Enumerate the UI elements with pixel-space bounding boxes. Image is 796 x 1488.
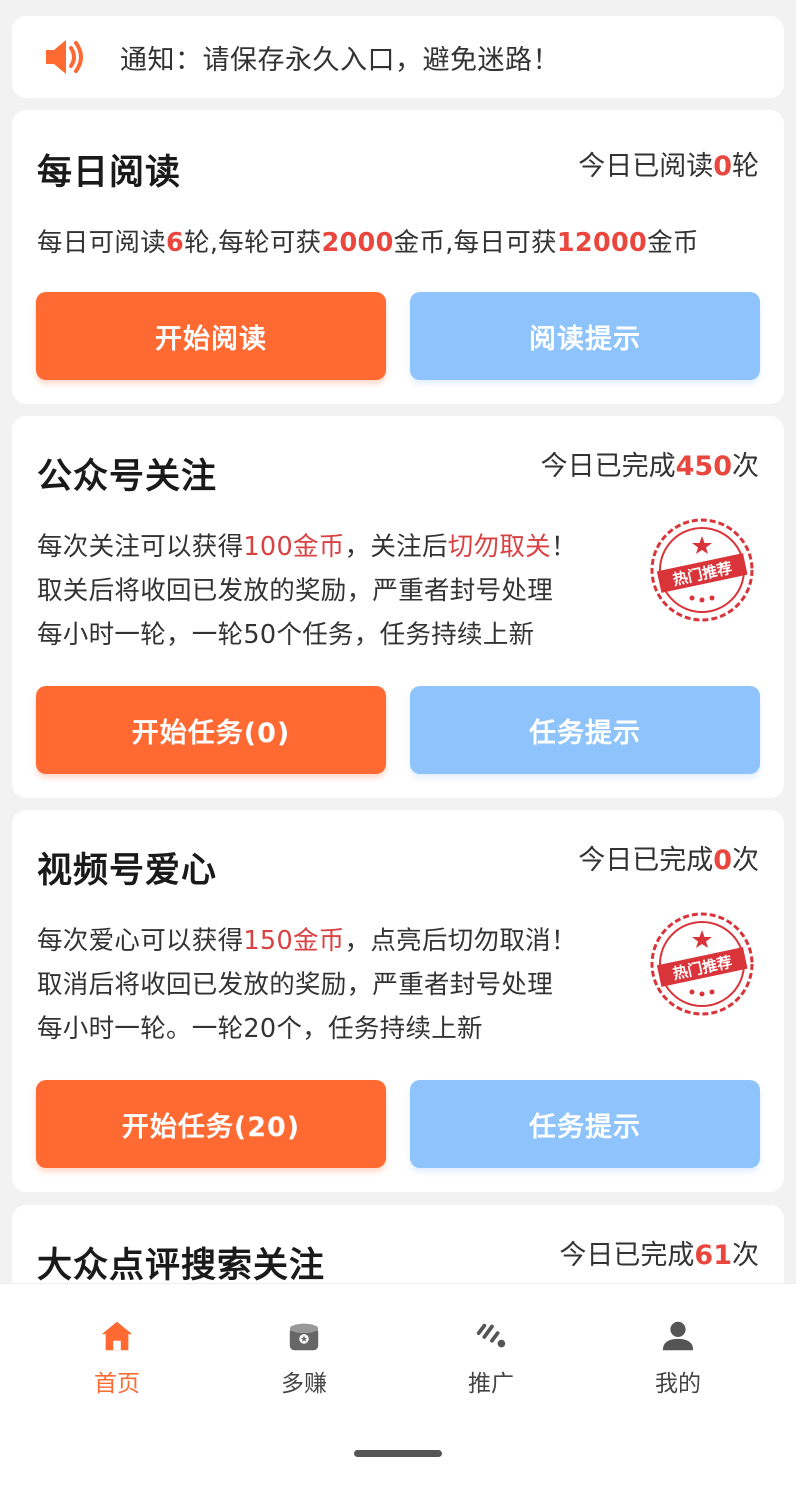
speaker-icon <box>46 40 83 74</box>
start-like-task-button[interactable]: 开始任务(20) <box>36 1080 386 1168</box>
card-video-channel-like: 视频号爱心 今日已完成0次 每次爱心可以获得150金币，点亮后切勿取消！ 取消后… <box>12 810 784 1192</box>
card-status: 今日已完成0次 <box>578 845 759 876</box>
card-line-3: 每小时一轮。一轮20个，任务持续上新 <box>37 1014 483 1044</box>
card-daily-reading: 每日阅读 今日已阅读0轮 每日可阅读6轮,每轮可获2000金币,每日可获1200… <box>12 110 784 404</box>
notice-bar: 通知：请保存永久入口，避免迷路！ <box>12 16 784 98</box>
tab-home[interactable]: 首页 <box>57 1318 177 1398</box>
card-status: 今日已完成450次 <box>540 451 759 482</box>
card-title: 每日阅读 <box>37 153 182 193</box>
tab-label: 首页 <box>94 1371 140 1397</box>
card-status: 今日已完成61次 <box>559 1240 759 1271</box>
tab-earn-more[interactable]: 多赚 <box>244 1318 364 1398</box>
tab-label: 推广 <box>468 1371 514 1397</box>
start-follow-task-button[interactable]: 开始任务(0) <box>36 686 386 774</box>
tab-promote[interactable]: 推广 <box>431 1318 551 1398</box>
hot-recommend-stamp: 热门推荐 <box>650 518 754 622</box>
card-title: 公众号关注 <box>37 457 218 497</box>
promote-icon <box>476 1323 506 1348</box>
bottom-tab-bar: 首页 多赚 推广 我的 <box>0 1283 796 1488</box>
card-description: 每日可阅读6轮,每轮可获2000金币,每日可获12000金币 <box>37 228 699 258</box>
card-line-2: 取关后将收回已发放的奖励，严重者封号处理 <box>37 576 554 606</box>
hot-recommend-stamp: 热门推荐 <box>650 912 754 1016</box>
reading-tips-button[interactable]: 阅读提示 <box>410 292 760 380</box>
card-title: 大众点评搜索关注 <box>37 1246 326 1283</box>
card-line-2: 取消后将收回已发放的奖励，严重者封号处理 <box>37 970 554 1000</box>
tab-label: 我的 <box>655 1371 701 1397</box>
like-task-tips-button[interactable]: 任务提示 <box>410 1080 760 1168</box>
card-status: 今日已阅读0轮 <box>578 151 759 182</box>
tab-label: 多赚 <box>281 1371 327 1397</box>
card-dianping-search-follow: 大众点评搜索关注 今日已完成61次 <box>12 1205 784 1283</box>
home-icon <box>101 1321 133 1351</box>
tab-mine[interactable]: 我的 <box>618 1318 738 1398</box>
follow-task-tips-button[interactable]: 任务提示 <box>410 686 760 774</box>
card-line-1: 每次爱心可以获得150金币，点亮后切勿取消！ <box>37 926 577 956</box>
card-title: 视频号爱心 <box>37 851 218 891</box>
card-line-1: 每次关注可以获得100金币，关注后切勿取关！ <box>37 532 577 562</box>
card-line-3: 每小时一轮，一轮50个任务，任务持续上新 <box>37 620 535 650</box>
user-icon <box>662 1321 694 1351</box>
card-official-account-follow: 公众号关注 今日已完成450次 每次关注可以获得100金币，关注后切勿取关！ 取… <box>12 416 784 798</box>
start-reading-button[interactable]: 开始阅读 <box>36 292 386 380</box>
notice-text: 通知：请保存永久入口，避免迷路！ <box>120 44 560 76</box>
earn-icon <box>289 1323 319 1351</box>
content-scroll-area[interactable]: 通知：请保存永久入口，避免迷路！ 每日阅读 今日已阅读0轮 每日可阅读6轮,每轮… <box>0 0 796 1283</box>
home-indicator[interactable] <box>354 1450 442 1457</box>
